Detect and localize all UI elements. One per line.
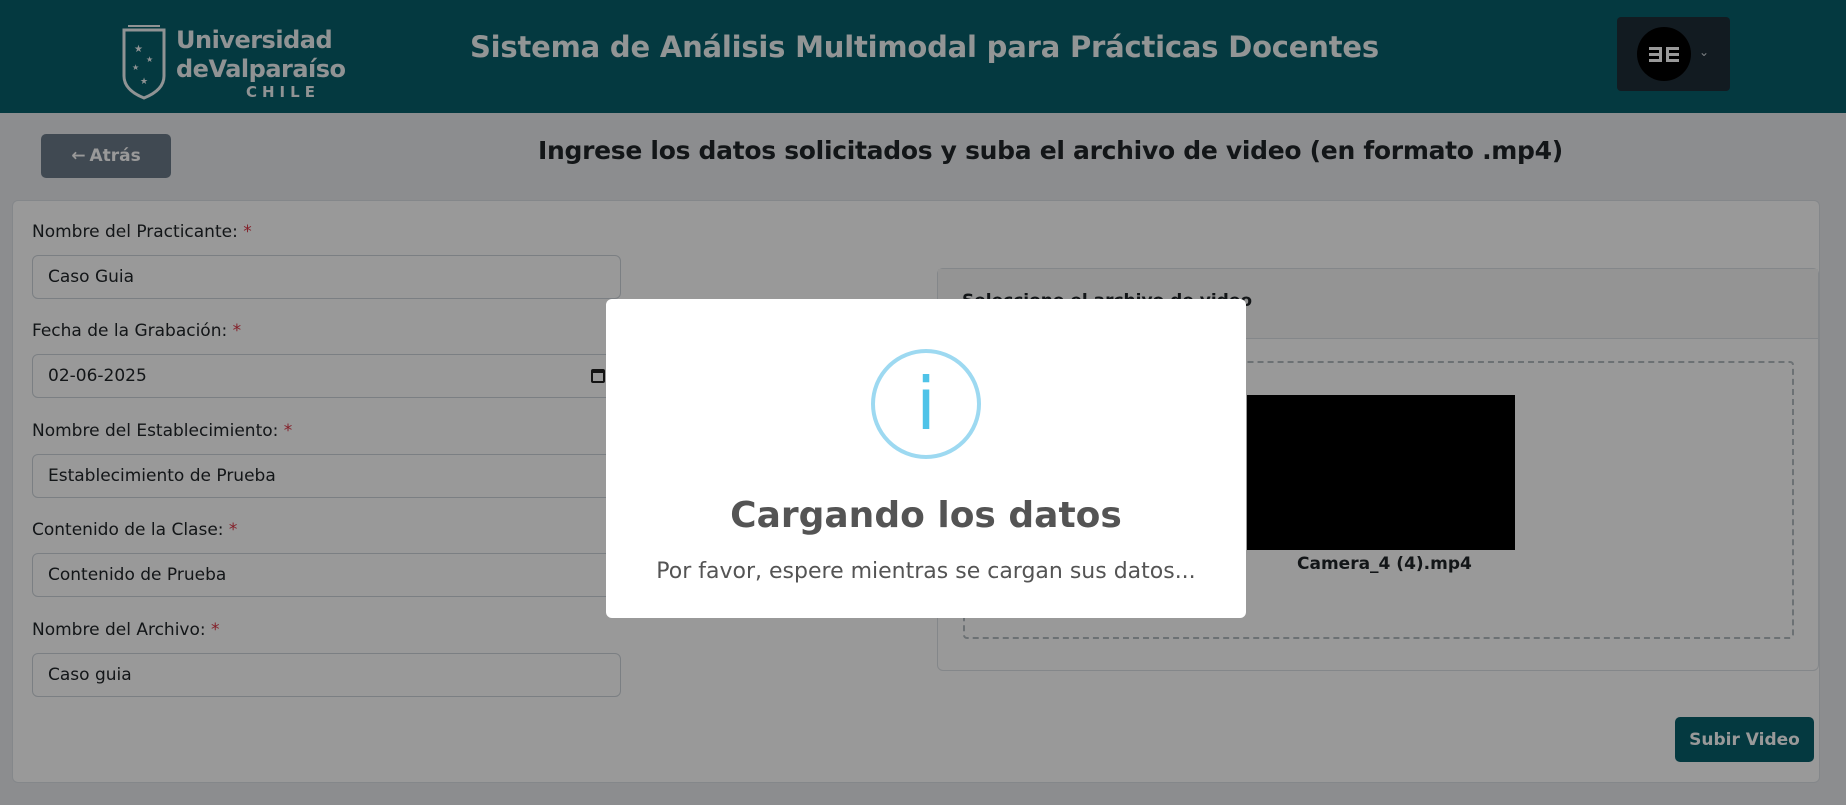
- info-glyph: i: [915, 362, 936, 446]
- modal-message: Por favor, espere mientras se cargan sus…: [656, 559, 1196, 584]
- loading-modal: i Cargando los datos Por favor, espere m…: [606, 299, 1246, 618]
- info-icon: i: [871, 349, 981, 459]
- modal-title: Cargando los datos: [730, 495, 1122, 536]
